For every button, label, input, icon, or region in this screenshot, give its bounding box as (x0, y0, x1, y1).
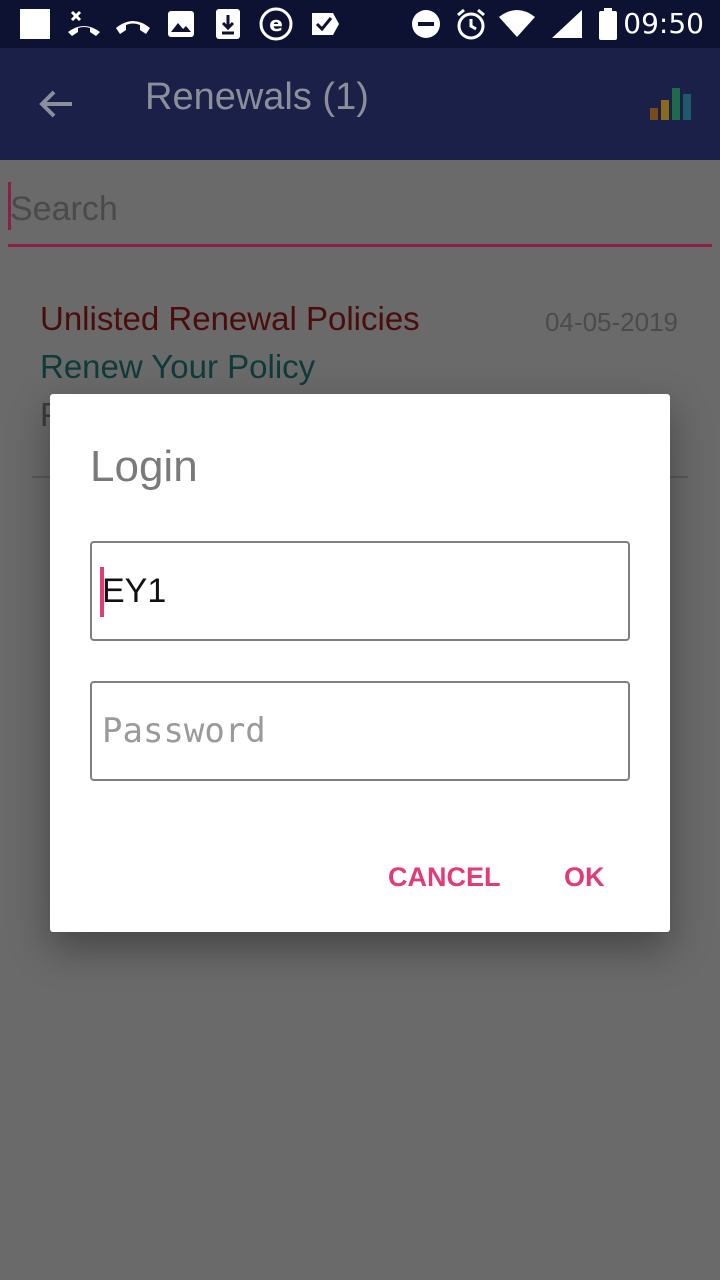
search-placeholder: Search (10, 190, 118, 228)
status-time: 09:50 (623, 7, 704, 40)
square-icon (18, 8, 52, 40)
list-item-date: 04-05-2019 (545, 307, 678, 337)
cancel-button[interactable]: CANCEL (388, 862, 501, 893)
list-item-title: Unlisted Renewal Policies (40, 300, 420, 337)
wifi-icon (498, 8, 536, 40)
app-bar: Renewals (1) (0, 48, 720, 160)
svg-text:e: e (269, 12, 283, 36)
call-end-icon (114, 8, 152, 40)
missed-call-icon (66, 8, 102, 40)
dialog-title: Login (90, 442, 198, 491)
battery-icon (598, 8, 618, 40)
password-field[interactable] (102, 683, 612, 779)
username-field-box (90, 541, 630, 641)
signal-icon (550, 8, 584, 40)
search-input[interactable]: Search (8, 182, 712, 247)
image-icon (166, 8, 196, 40)
list-item-subtitle: Renew Your Policy (40, 348, 316, 385)
ok-button[interactable]: OK (564, 862, 605, 893)
e-icon: e (258, 7, 294, 41)
alarm-icon (454, 8, 488, 40)
bar-chart-icon[interactable] (648, 82, 694, 122)
username-field[interactable] (102, 543, 612, 639)
status-bar: e 09:50 (0, 0, 720, 48)
check-icon (308, 8, 342, 40)
download-icon (214, 8, 242, 40)
dnd-icon (410, 8, 442, 40)
login-dialog: Login CANCEL OK (50, 394, 670, 932)
arrow-back-icon[interactable] (36, 84, 76, 124)
password-field-box (90, 681, 630, 781)
page-title: Renewals (1) (145, 76, 369, 118)
